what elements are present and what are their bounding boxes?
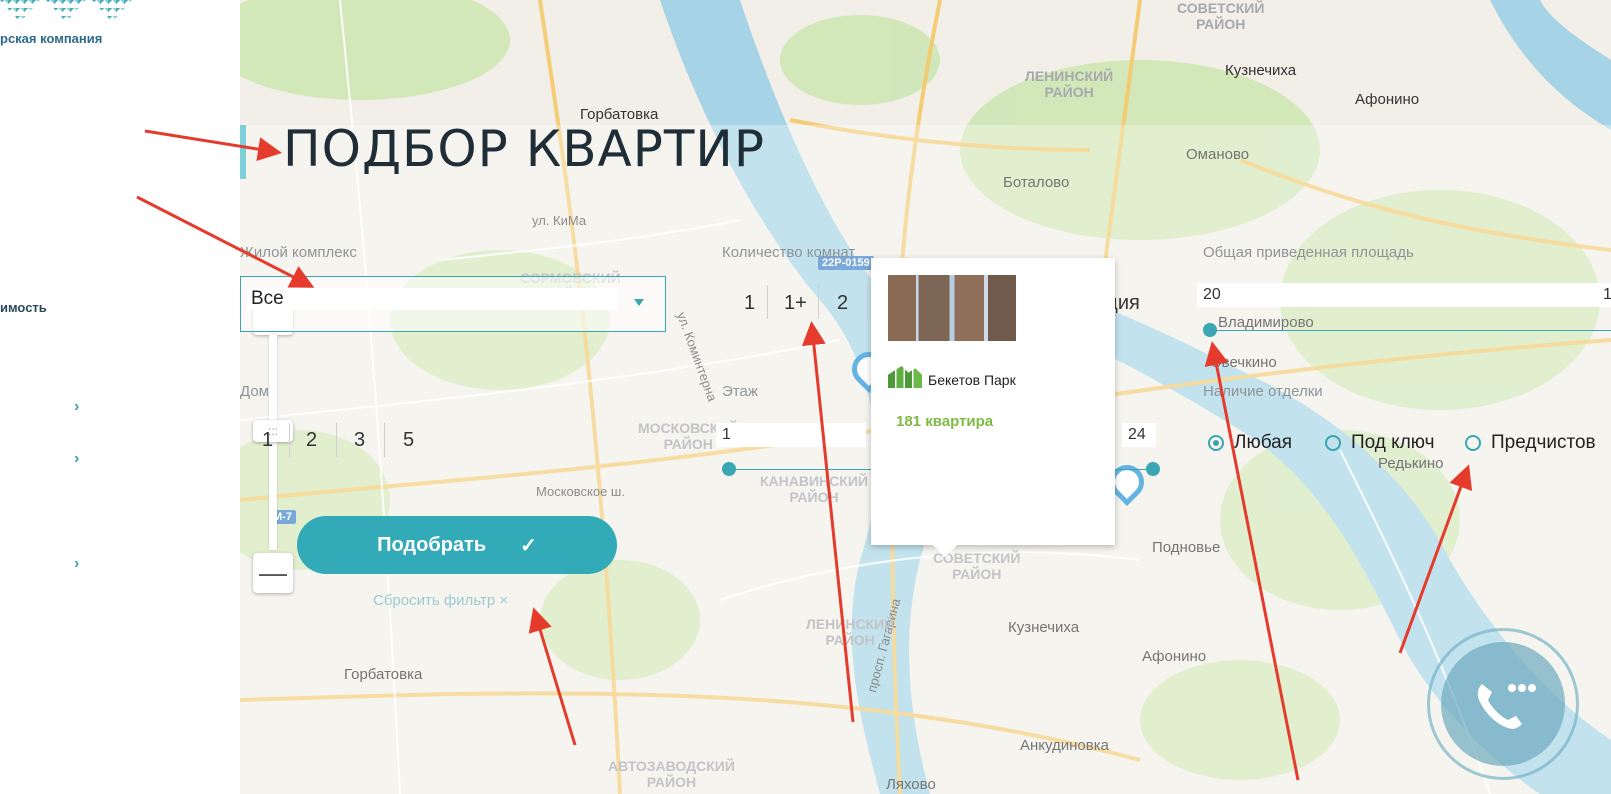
house-label: Дом [240, 383, 269, 400]
finish-option-turnkey[interactable]: Под ключ [1325, 432, 1435, 454]
divider [289, 423, 290, 457]
building-photo [888, 275, 1016, 341]
page-title: ПОДБОР КВАРТИР [283, 120, 765, 178]
house-chip[interactable]: 5 [403, 429, 414, 452]
area-max-field[interactable]: 1 [1597, 283, 1611, 307]
finish-option-prefinish[interactable]: Предчистов [1465, 432, 1596, 454]
rooms-label: Количество комнат [722, 244, 856, 261]
finish-option-label: Любая [1234, 432, 1293, 453]
sidebar-item-label[interactable]: имость [0, 300, 47, 315]
floor-max-field[interactable]: 24 [1122, 423, 1156, 447]
close-icon: × [499, 592, 509, 609]
divider [867, 285, 868, 319]
radio-icon [1325, 435, 1341, 451]
sidebar: рская компания имость › › › [0, 0, 240, 794]
divider [384, 423, 385, 457]
area-label: Общая приведенная площадь [1203, 244, 1414, 261]
complex-select-value: Все [247, 288, 618, 310]
area-slider-min-handle[interactable] [1203, 323, 1217, 337]
house-chip[interactable]: 2 [306, 429, 317, 452]
complex-popup[interactable]: Бекетов Парк 181 квартира [871, 258, 1115, 557]
rooms-chip[interactable]: 1+ [784, 292, 807, 315]
map-label: Кузнечиха [1225, 62, 1297, 79]
house-chip[interactable]: 3 [354, 429, 365, 452]
district-label: СОВЕТСКИЙ РАЙОН [1177, 0, 1265, 32]
reset-label: Сбросить фильтр [373, 592, 496, 609]
chevron-down-icon [634, 299, 644, 306]
finish-option-label: Предчистов [1491, 432, 1596, 453]
apartment-count[interactable]: 181 квартира [896, 413, 993, 430]
radio-checked-icon [1208, 435, 1224, 451]
brand-logo: Бекетов Парк [888, 366, 1016, 388]
finish-option-any[interactable]: Любая [1208, 432, 1292, 454]
finish-option-label: Под ключ [1351, 432, 1435, 453]
phone-icon [1441, 642, 1565, 766]
chevron-right-icon[interactable]: › [74, 398, 79, 416]
area-min-field[interactable]: 20 [1197, 283, 1597, 307]
park-logo-icon [888, 366, 922, 388]
logo-icon [0, 0, 132, 22]
district-label: ЛЕНИНСКИЙ РАЙОН [1025, 68, 1114, 100]
floor-slider-max-handle[interactable] [1146, 462, 1160, 476]
submit-label: Подобрать [377, 533, 487, 556]
title-accent-bar [240, 125, 246, 179]
floor-min-field[interactable]: 1 [716, 423, 866, 447]
submit-button[interactable]: Подобрать ✓ [297, 516, 617, 574]
area-slider-track [1210, 330, 1611, 331]
callback-button[interactable] [1427, 628, 1579, 780]
floor-slider-min-handle[interactable] [722, 462, 736, 476]
floor-label: Этаж [722, 383, 758, 400]
zoom-out-button[interactable]: — [253, 553, 293, 593]
chevron-right-icon[interactable]: › [74, 450, 79, 468]
map-label: Афонино [1355, 91, 1420, 108]
divider [336, 423, 337, 457]
divider [818, 285, 819, 319]
rooms-chip[interactable]: 2 [837, 292, 848, 315]
house-chip[interactable]: 1 [262, 429, 273, 452]
chevron-right-icon[interactable]: › [74, 555, 79, 573]
rooms-chip[interactable]: 1 [744, 292, 755, 315]
complex-select[interactable]: Все [240, 276, 666, 332]
reset-filter-link[interactable]: Сбросить фильтр × [373, 592, 508, 609]
divider [767, 285, 768, 319]
logo-text: рская компания [0, 31, 103, 46]
brand-name: Бекетов Парк [928, 372, 1016, 388]
finish-label: Наличие отделки [1203, 383, 1323, 400]
radio-icon [1465, 435, 1481, 451]
check-icon: ✓ [520, 534, 537, 557]
complex-label: Жилой комплекс [240, 244, 357, 261]
